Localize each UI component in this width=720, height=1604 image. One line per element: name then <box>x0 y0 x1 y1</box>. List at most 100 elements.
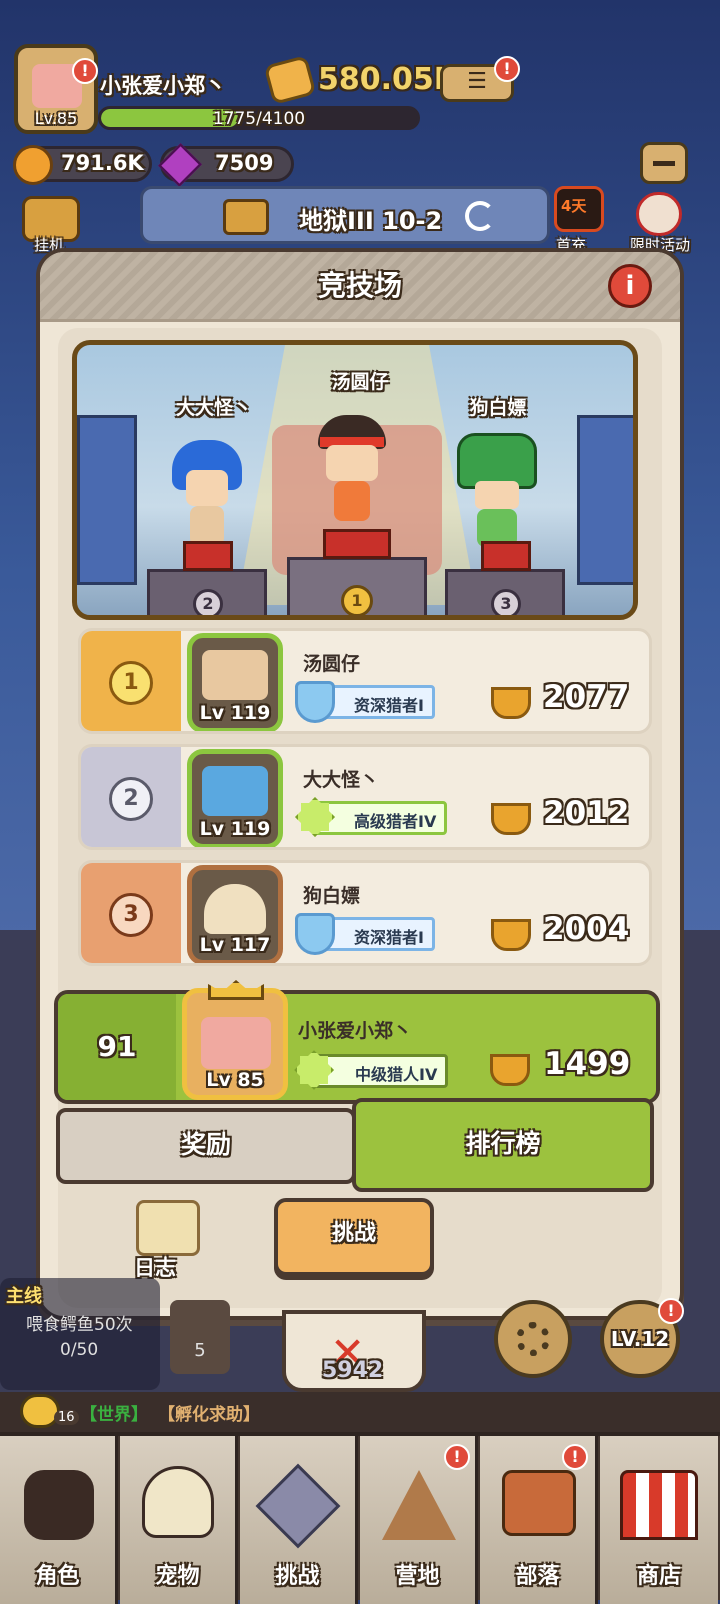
quest-reward-slot[interactable]: 5 <box>170 1300 230 1374</box>
avatar-face <box>202 650 268 700</box>
pedestal-cushion-2 <box>183 541 233 571</box>
tab-label: 宠物 <box>155 1564 200 1589</box>
tab-shop[interactable]: 商店 <box>600 1436 718 1604</box>
player-avatar-frame: Lv 119 <box>187 749 283 847</box>
pet-icon <box>142 1466 214 1538</box>
ranking-row[interactable]: 3 Lv 117 狗白嫖 资深猎者I 2004 <box>78 860 652 966</box>
trophy-icon <box>490 1054 530 1086</box>
gear-icon <box>516 1322 550 1356</box>
avatar-face <box>201 1017 271 1069</box>
avatar-face <box>204 884 266 934</box>
rank-medal: 2 <box>109 777 153 821</box>
chat-bar[interactable]: 16 【世界】 【孵化求助】 <box>0 1392 720 1432</box>
stage-panel[interactable]: 地狱III 10-2 <box>140 186 550 244</box>
podium-character-2[interactable] <box>172 440 242 550</box>
quest-label: 主线 <box>6 1286 42 1307</box>
tribe-icon <box>502 1470 576 1536</box>
rank-medal-box: 1 <box>81 631 181 731</box>
tab-pet[interactable]: 宠物 <box>120 1436 238 1604</box>
tab-label: 角色 <box>35 1564 80 1589</box>
avatar-alert-badge: ! <box>72 58 98 84</box>
podium-character-3[interactable] <box>457 433 537 551</box>
tab-ranking[interactable]: 排行榜 <box>352 1098 654 1192</box>
shop-icon <box>620 1470 698 1540</box>
tab-reward-label: 奖励 <box>180 1130 231 1159</box>
arena-modal: 竞技场 i 2 1 3 汤圆仔 大大怪丶 狗白嫖 1 Lv 119 汤圆仔 资深… <box>36 248 684 1320</box>
refresh-icon <box>465 201 495 231</box>
character-icon <box>24 1470 94 1540</box>
chat-incubate[interactable]: 【孵化求助】 <box>158 1400 260 1425</box>
character-face <box>326 445 378 481</box>
trophy-score: 2012 <box>543 795 630 831</box>
trophy-icon <box>491 687 531 719</box>
tab-challenge[interactable]: 挑战 <box>240 1436 358 1604</box>
recharge-timer: 4天 <box>561 197 587 215</box>
pedestal-cushion-1 <box>323 529 391 559</box>
coin-counter[interactable]: 791.6K <box>13 145 152 185</box>
my-ranking-row[interactable]: 91 Lv 85 小张爱小郑丶 中级猎人IV 1499 <box>54 980 660 1104</box>
tab-label: 营地 <box>395 1564 440 1589</box>
left-pillar <box>77 415 137 585</box>
avatar-level: Lv 119 <box>199 818 271 840</box>
quest-task: 喂食鳄鱼50次 <box>26 1315 133 1335</box>
tribe-alert-badge: ! <box>562 1444 588 1470</box>
rank-medal: 3 <box>109 893 153 937</box>
tab-reward[interactable]: 奖励 <box>56 1108 356 1184</box>
avatar-level: Lv 117 <box>199 934 271 956</box>
limited-event-button[interactable] <box>636 192 682 236</box>
player-avatar-frame: Lv 117 <box>187 865 283 963</box>
power-value: 5942 <box>322 1358 384 1383</box>
chat-world[interactable]: 【世界】 <box>80 1400 148 1425</box>
ranking-row[interactable]: 1 Lv 119 汤圆仔 资深猎者I 2077 <box>78 628 652 734</box>
row-player-name: 汤圆仔 <box>303 653 361 675</box>
quest-progress: 0/50 <box>60 1340 99 1360</box>
first-recharge-button[interactable]: 4天 <box>554 186 604 232</box>
avatar-level: Lv 119 <box>199 702 271 724</box>
my-avatar-frame: Lv 85 <box>182 988 288 1100</box>
info-icon: i <box>625 271 635 301</box>
character-face <box>475 481 519 509</box>
challenge-label: 挑战 <box>331 1221 376 1246</box>
my-name: 小张爱小郑丶 <box>298 1020 413 1042</box>
collapse-button[interactable] <box>640 142 688 184</box>
shield-icon <box>295 681 335 723</box>
my-score: 1499 <box>544 1046 631 1082</box>
ranking-row[interactable]: 2 Lv 119 大大怪丶 高级猎者IV 2012 <box>78 744 652 850</box>
challenge-button[interactable]: 挑战 <box>274 1198 434 1276</box>
trophy-icon <box>491 919 531 951</box>
quest-reward-count: 5 <box>194 1340 206 1361</box>
settings-button[interactable] <box>494 1300 572 1378</box>
star-badge-icon <box>294 1050 334 1090</box>
rank-medal-box: 3 <box>81 863 181 963</box>
xp-bar: 1775/4100 <box>98 106 420 130</box>
shield-icon <box>295 913 335 955</box>
podium-scene: 2 1 3 汤圆仔 大大怪丶 狗白嫖 <box>72 340 638 620</box>
rank-medal: 1 <box>109 661 153 705</box>
character-face <box>186 470 228 506</box>
avatar-face <box>202 766 268 816</box>
info-button[interactable]: i <box>608 264 652 308</box>
scroll-icon[interactable] <box>136 1200 200 1256</box>
rank-medal-box: 2 <box>81 747 181 847</box>
star-badge-icon <box>295 797 335 837</box>
arena-title: 竞技场 <box>317 269 402 302</box>
right-pillar <box>577 415 633 585</box>
tab-character[interactable]: 角色 <box>0 1436 118 1604</box>
chat-count: 16 <box>54 1410 79 1425</box>
xp-text: 1775/4100 <box>212 109 306 129</box>
podium-name-1: 汤圆仔 <box>331 371 389 393</box>
coin-icon <box>13 145 53 185</box>
row-player-name: 狗白嫖 <box>303 885 361 907</box>
podium-character-1[interactable] <box>312 415 392 525</box>
character-body <box>190 506 224 546</box>
trophy-score: 2077 <box>543 679 630 715</box>
bottom-nav: 角色 宠物 挑战 营地 ! 部落 ! 商店 <box>0 1432 720 1604</box>
coin-amount: 791.6K <box>61 151 144 175</box>
gem-counter[interactable]: 7509 <box>157 142 294 188</box>
level-alert-badge: ! <box>658 1298 684 1324</box>
quest-panel[interactable]: 主线 喂食鳄鱼50次 0/50 <box>0 1278 160 1390</box>
player-avatar-frame: Lv 119 <box>187 633 283 731</box>
stage-label: 地狱III 10-2 <box>299 207 443 235</box>
tent-icon <box>382 1470 456 1540</box>
sword-icon <box>255 1463 341 1549</box>
